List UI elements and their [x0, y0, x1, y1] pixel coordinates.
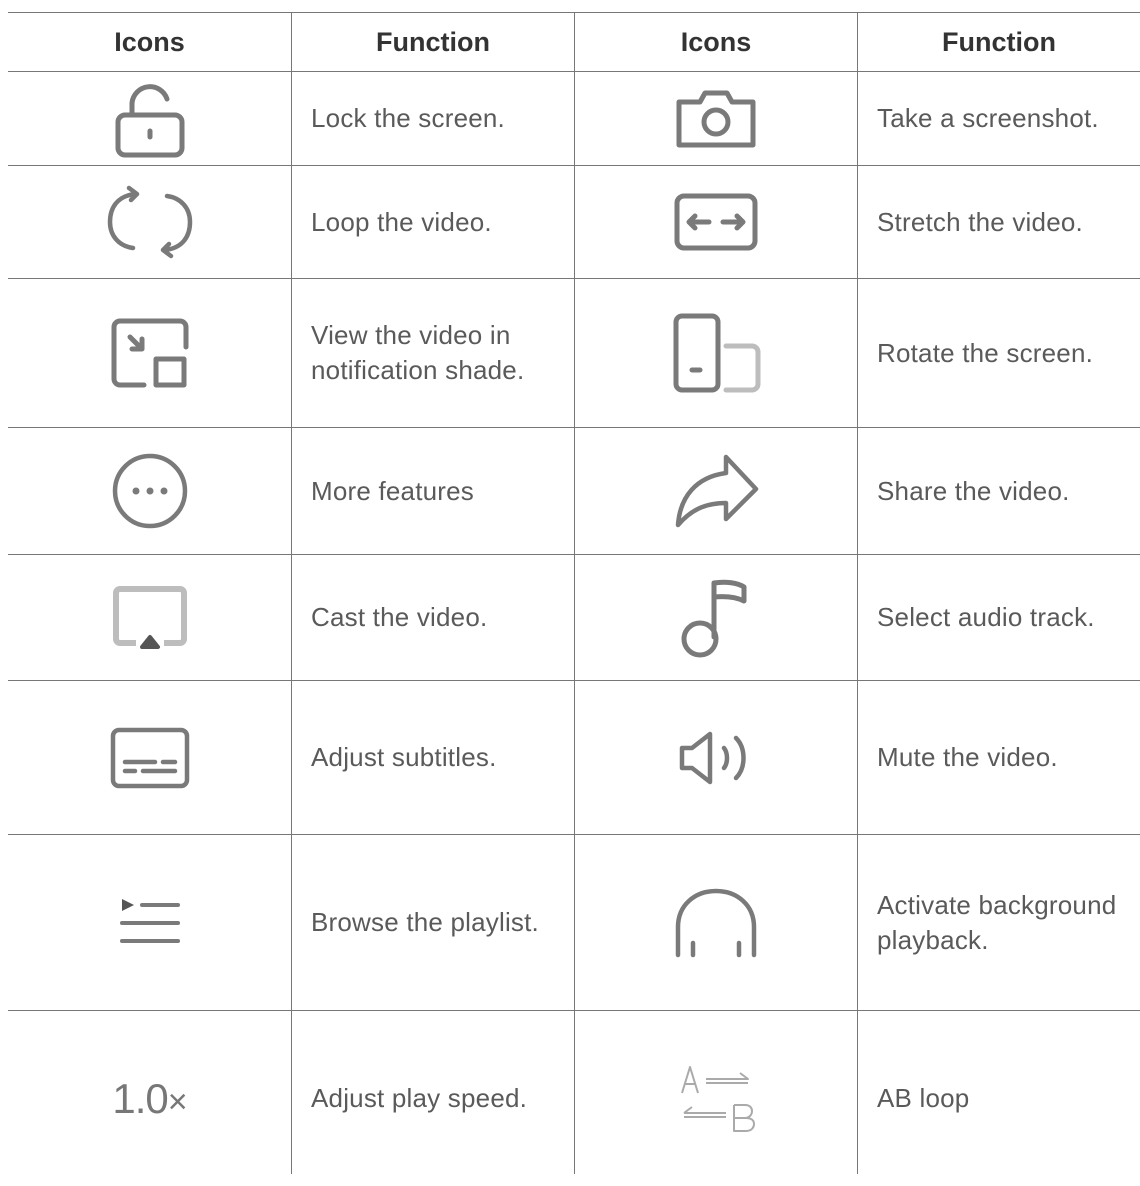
header-icons: Icons: [114, 26, 185, 57]
function-text: Select audio track.: [877, 602, 1095, 632]
subtitles-icon: [8, 681, 291, 834]
function-text: Take a screenshot.: [877, 103, 1099, 133]
speed-value: 1.0: [112, 1074, 168, 1122]
header-function: Function: [942, 26, 1056, 57]
function-text: AB loop: [877, 1083, 970, 1113]
headphones-icon: [575, 835, 857, 1010]
function-text: Loop the video.: [311, 206, 492, 237]
ab-loop-icon: [575, 1011, 857, 1186]
stretch-icon: [575, 166, 857, 278]
function-text: Adjust play speed.: [311, 1083, 528, 1113]
function-text: Stretch the video.: [877, 206, 1083, 237]
more-icon: [8, 428, 291, 554]
function-text: Cast the video.: [311, 602, 488, 632]
camera-icon: [575, 72, 857, 165]
play-speed-icon: 1.0×: [8, 1011, 291, 1186]
unlock-icon: [8, 72, 291, 165]
function-text: Browse the playlist.: [311, 907, 539, 937]
function-text: Lock the screen.: [311, 103, 505, 133]
picture-in-picture-icon: [8, 279, 291, 427]
header-function: Function: [376, 26, 490, 57]
rotate-screen-icon: [575, 279, 857, 427]
function-text: Mute the video.: [877, 742, 1058, 772]
function-text: Adjust subtitles.: [311, 742, 497, 772]
function-text: Activate background playback.: [877, 889, 1117, 955]
speed-suffix: ×: [167, 1082, 188, 1121]
loop-icon: [8, 166, 291, 278]
function-text: View the video in notification shade.: [311, 320, 525, 385]
function-text: More features: [311, 475, 475, 506]
function-text: Share the video.: [877, 475, 1070, 506]
function-text: Rotate the screen.: [877, 337, 1094, 368]
cast-icon: [8, 555, 291, 680]
volume-icon: [575, 681, 857, 834]
share-icon: [575, 428, 857, 554]
playlist-icon: [8, 835, 291, 1010]
header-icons: Icons: [680, 26, 752, 57]
music-note-icon: [575, 555, 857, 680]
